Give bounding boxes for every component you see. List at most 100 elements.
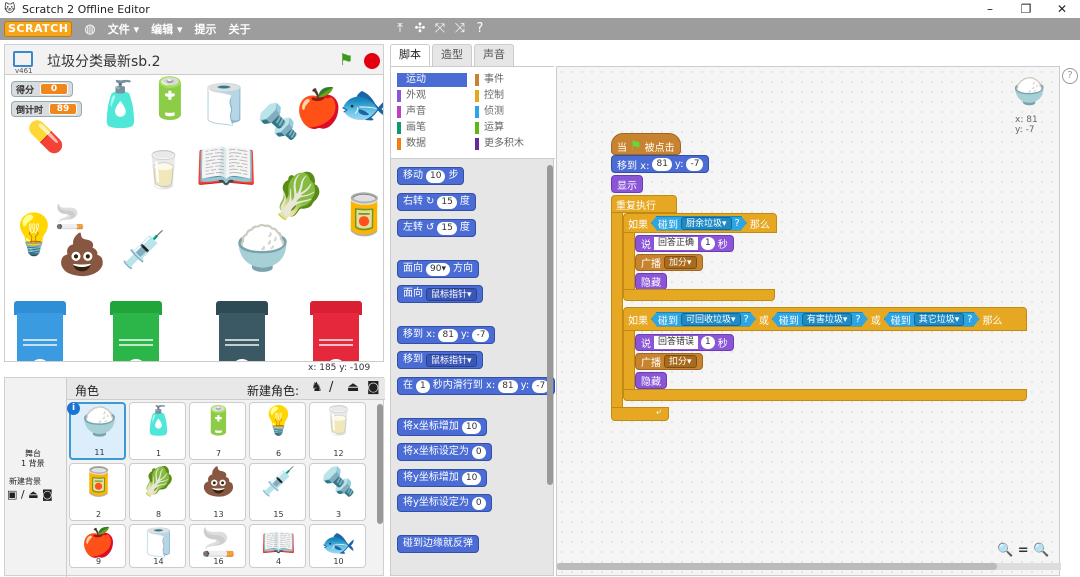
point-towards-block[interactable]: 面向 鼠标指针▾ — [397, 285, 483, 303]
menu-about[interactable]: 关于 — [228, 21, 250, 37]
category-sensing[interactable]: 侦测 — [475, 105, 504, 119]
say-correct-block[interactable]: 说回答正确 1 秒 — [635, 235, 734, 252]
bulb-sprite[interactable]: 💡 — [9, 215, 59, 255]
menu-tips[interactable]: 提示 — [194, 21, 216, 37]
menu-edit[interactable]: 编辑 ▾ — [151, 21, 182, 37]
project-name[interactable]: 垃圾分类最新sb.2 — [47, 51, 161, 71]
recyclable-bin[interactable] — [14, 301, 66, 361]
zoom-controls[interactable]: 🔍 = 🔍 — [997, 543, 1049, 558]
bounce-block[interactable]: 碰到边缘就反弹 — [397, 535, 479, 553]
stage-selector[interactable]: 舞台 1 背景 新建背景 ▣ / ⏏ ◙ — [5, 378, 67, 577]
grow-tool-icon[interactable]: ⤧ — [432, 20, 448, 38]
broadcast-add-block[interactable]: 广播 加分▾ — [635, 254, 703, 271]
goto-xy-block[interactable]: 移到 x: 81 y: -7 — [397, 326, 496, 344]
info-icon[interactable]: i — [67, 402, 80, 415]
category-operators[interactable]: 运算 — [475, 121, 504, 135]
presentation-mode-icon[interactable] — [13, 51, 33, 67]
hide-block[interactable]: 隐藏 — [635, 273, 667, 290]
palette-scrollbar[interactable] — [547, 165, 553, 485]
toilet-paper-sprite[interactable]: 🧻 — [199, 85, 249, 125]
show-block[interactable]: 显示 — [611, 175, 643, 193]
maximize-button[interactable]: ❐ — [1008, 0, 1044, 18]
sprite-thumb[interactable]: 🥫 2 — [69, 463, 126, 521]
camera-icon[interactable]: ◙ — [367, 380, 380, 395]
sprite-scrollbar[interactable] — [377, 404, 383, 524]
shrink-tool-icon[interactable]: ⤨ — [452, 20, 468, 38]
lettuce-sprite[interactable]: 🥬 — [271, 175, 326, 219]
stop-sign-icon[interactable] — [364, 53, 380, 69]
turn-right-block[interactable]: 右转 ↻ 15 度 — [397, 193, 476, 211]
poop-sprite[interactable]: 💩 — [57, 235, 107, 275]
touching-harmful-condition[interactable]: 碰到 有害垃圾▾? — [772, 312, 868, 327]
delete-tool-icon[interactable]: ✣ — [412, 20, 428, 38]
sprite-thumb[interactable]: 🥛 12 — [309, 402, 366, 460]
green-flag-icon[interactable]: ⚑ — [339, 52, 353, 68]
sprite-thumb[interactable]: 💩 13 — [189, 463, 246, 521]
sprite-thumb[interactable]: 🍎 9 — [69, 524, 126, 568]
screw-sprite[interactable]: 🔩 — [257, 105, 299, 139]
backdrop-tools-icon[interactable]: ▣ / ⏏ ◙ — [7, 488, 53, 501]
minimize-button[interactable]: – — [972, 0, 1008, 18]
help-tool-icon[interactable]: ? — [472, 20, 488, 38]
category-motion[interactable]: 运动 — [397, 73, 467, 87]
globe-icon[interactable]: ◍ — [84, 22, 95, 37]
help-icon[interactable]: ? — [1062, 68, 1078, 84]
category-pen[interactable]: 画笔 — [397, 121, 426, 135]
can-sprite[interactable]: 🥫 — [339, 195, 383, 235]
glass-sprite[interactable]: 🥛 — [141, 153, 186, 189]
tab-costumes[interactable]: 造型 — [432, 44, 472, 66]
category-more-blocks[interactable]: 更多积木 — [475, 137, 524, 151]
goto-xy-script-block[interactable]: 移到 x: 81 y: -7 — [611, 155, 710, 173]
sprite-thumb[interactable]: 🧻 14 — [129, 524, 186, 568]
stage-canvas[interactable]: 得分 0 倒计时 89 🧴 🔋 🧻 🔩 🍎 🐟 💊 🥛 📖 🥬 🥫 💡 🚬 💩 💉 … — [4, 74, 384, 362]
kitchen-bin[interactable] — [110, 301, 162, 361]
sprite-library-icon[interactable]: ♞ — [311, 380, 323, 395]
scripts-area[interactable]: 🍚 x: 81 y: -7 当 ⚑ 被点击 移到 x: 81 y: -7 显示 重复执行 ⤶… — [556, 66, 1061, 576]
change-x-block[interactable]: 将x坐标增加 10 — [397, 418, 488, 436]
apple-core-sprite[interactable]: 🍎 — [295, 89, 342, 127]
sprite-thumb[interactable]: 🚬 16 — [189, 524, 246, 568]
category-data[interactable]: 数据 — [397, 137, 426, 151]
touching-recyclable-condition[interactable]: 碰到 可回收垃圾▾? — [651, 312, 756, 327]
touching-kitchen-condition[interactable]: 碰到 厨余垃圾▾? — [651, 216, 747, 231]
book-sprite[interactable]: 📖 — [195, 141, 257, 191]
harmful-bin[interactable] — [310, 301, 362, 361]
upload-sprite-icon[interactable]: ⏏ — [347, 380, 359, 395]
set-y-block[interactable]: 将y坐标设定为 0 — [397, 494, 492, 512]
point-direction-block[interactable]: 面向 90▾ 方向 — [397, 260, 479, 278]
hide-block-2[interactable]: 隐藏 — [635, 372, 667, 389]
set-x-block[interactable]: 将x坐标设定为 0 — [397, 443, 492, 461]
tab-sounds[interactable]: 声音 — [474, 44, 514, 66]
category-looks[interactable]: 外观 — [397, 89, 426, 103]
sprite-thumb[interactable]: 💉 15 — [249, 463, 306, 521]
move-steps-block[interactable]: 移动 10 步 — [397, 167, 465, 185]
touching-other-condition[interactable]: 碰到 其它垃圾▾? — [884, 312, 980, 327]
when-flag-clicked-block[interactable]: 当 ⚑ 被点击 — [611, 133, 681, 155]
close-button[interactable]: ✕ — [1044, 0, 1080, 18]
cigarette-sprite[interactable]: 🚬 — [55, 205, 85, 229]
sprite-thumb[interactable]: 🐟 10 — [309, 524, 366, 568]
change-y-block[interactable]: 将y坐标增加 10 — [397, 469, 488, 487]
glide-block[interactable]: 在 1 秒内滑行到 x: 81 y: -7 — [397, 377, 556, 395]
other-bin[interactable] — [216, 301, 268, 361]
duplicate-tool-icon[interactable]: ⤒ — [392, 20, 408, 38]
category-sound[interactable]: 声音 — [397, 105, 426, 119]
scratch-logo[interactable]: SCRATCH — [4, 21, 73, 37]
category-control[interactable]: 控制 — [475, 89, 504, 103]
category-events[interactable]: 事件 — [475, 73, 504, 87]
score-monitor[interactable]: 得分 0 — [11, 81, 74, 97]
timer-monitor[interactable]: 倒计时 89 — [11, 101, 83, 117]
scripts-hscrollbar[interactable] — [557, 563, 1061, 570]
bottle-sprite[interactable]: 🧴 — [93, 83, 148, 127]
rice-bowl-sprite[interactable]: 🍚 — [235, 227, 290, 271]
battery-sprite[interactable]: 🔋 — [145, 79, 195, 119]
say-wrong-block[interactable]: 说回答错误 1 秒 — [635, 334, 734, 351]
goto-block[interactable]: 移到 鼠标指针▾ — [397, 351, 483, 369]
menu-file[interactable]: 文件 ▾ — [108, 21, 139, 37]
sprite-thumb[interactable]: 🥬 8 — [129, 463, 186, 521]
tab-scripts[interactable]: 脚本 — [390, 44, 430, 66]
paint-sprite-icon[interactable]: / — [329, 380, 333, 395]
sprite-thumb[interactable]: 🔋 7 — [189, 402, 246, 460]
broadcast-sub-block[interactable]: 广播 扣分▾ — [635, 353, 703, 370]
sprite-thumb[interactable]: 📖 4 — [249, 524, 306, 568]
